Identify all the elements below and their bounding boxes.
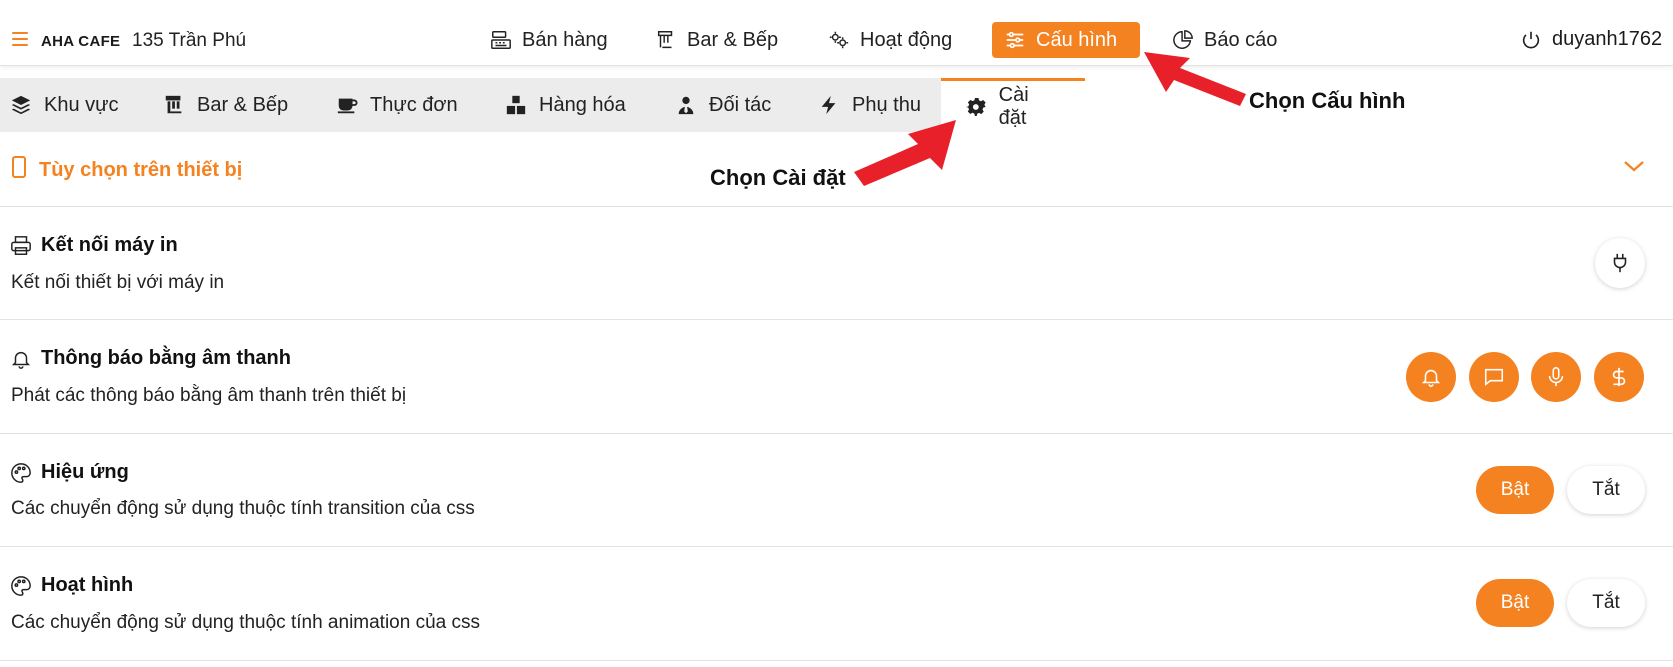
sound-notification-row: Thông báo bằng âm thanh Phát các thông b… bbox=[0, 320, 1673, 434]
arrow-to-cau-hinh bbox=[1144, 52, 1246, 106]
row-description: Các chuyển động sử dụng thuộc tính trans… bbox=[11, 498, 475, 519]
bell-icon bbox=[1421, 369, 1441, 387]
printer-icon bbox=[11, 236, 31, 255]
user-menu[interactable]: duyanh1762 bbox=[1520, 28, 1662, 51]
gear-icon bbox=[965, 97, 986, 116]
bell-sound-button[interactable] bbox=[1406, 352, 1456, 402]
chevron-down-icon[interactable] bbox=[1622, 158, 1646, 174]
coffee-cup-icon bbox=[337, 98, 358, 114]
arrow-to-cai-dat bbox=[854, 120, 956, 186]
plug-icon bbox=[1613, 253, 1627, 273]
layers-icon bbox=[11, 95, 31, 115]
tab-label: Đối tác bbox=[709, 93, 772, 116]
voice-sound-button[interactable] bbox=[1531, 352, 1581, 402]
animation-row: Hoạt hình Các chuyển động sử dụng thuộc … bbox=[0, 547, 1673, 661]
tab-thuc-don[interactable]: Thực đơn bbox=[336, 78, 458, 132]
menu-icon[interactable] bbox=[12, 32, 28, 46]
annotation-chon-cau-hinh: Chọn Cấu hình bbox=[1249, 88, 1406, 113]
brand-name: AHA CAFE bbox=[41, 33, 121, 50]
boxes-icon bbox=[506, 95, 526, 115]
row-title: Hiệu ứng bbox=[41, 461, 129, 483]
nav-cau-hinh[interactable]: Cấu hình bbox=[992, 22, 1140, 58]
animation-off-button[interactable]: Tắt bbox=[1567, 579, 1645, 627]
tab-label: Cài đặt bbox=[998, 83, 1029, 129]
nav-bar-bep[interactable]: Bar & Bếp bbox=[643, 22, 790, 58]
tab-hang-hoa[interactable]: Hàng hóa bbox=[505, 78, 626, 132]
bell-icon bbox=[11, 351, 31, 369]
tab-khu-vuc[interactable]: Khu vực bbox=[10, 78, 119, 132]
payment-sound-button[interactable] bbox=[1594, 352, 1644, 402]
row-description: Kết nối thiết bị với máy in bbox=[11, 272, 225, 293]
row-title: Thông báo bằng âm thanh bbox=[41, 347, 291, 369]
tab-label: Phụ thu bbox=[852, 93, 921, 116]
nav-label: Cấu hình bbox=[1036, 28, 1118, 51]
transition-off-button[interactable]: Tắt bbox=[1567, 466, 1645, 514]
palette-icon bbox=[11, 463, 31, 483]
bolt-icon bbox=[821, 95, 836, 115]
phone-icon bbox=[12, 156, 26, 178]
row-description: Các chuyển động sử dụng thuộc tính anima… bbox=[11, 612, 481, 633]
row-title: Hoạt hình bbox=[41, 574, 134, 596]
kitchen-icon bbox=[165, 95, 182, 114]
nav-hoat-dong[interactable]: Hoạt động bbox=[816, 22, 964, 58]
row-title: Kết nối máy in bbox=[41, 234, 178, 256]
sliders-icon bbox=[1006, 31, 1024, 49]
tab-label: Bar & Bếp bbox=[197, 93, 289, 116]
user-tie-icon bbox=[678, 96, 694, 115]
dollar-icon bbox=[1612, 367, 1626, 387]
tab-label: Hàng hóa bbox=[539, 93, 626, 116]
tab-bar-bep[interactable]: Bar & Bếp bbox=[163, 78, 288, 132]
row-description: Phát các thông báo bằng âm thanh trên th… bbox=[11, 385, 407, 406]
palette-icon bbox=[11, 576, 31, 596]
top-bar: AHA CAFE 135 Trần Phú Bán hàng Bar & Bếp… bbox=[0, 0, 1673, 66]
annotation-chon-cai-dat: Chọn Cài đặt bbox=[710, 165, 846, 190]
message-sound-button[interactable] bbox=[1469, 352, 1519, 402]
nav-label: Bar & Bếp bbox=[687, 28, 779, 51]
printer-connection-row: Kết nối máy in Kết nối thiết bị với máy … bbox=[0, 207, 1673, 320]
tab-label: Khu vực bbox=[44, 93, 119, 116]
device-options-title: Tùy chọn trên thiết bị bbox=[39, 159, 243, 181]
power-icon bbox=[1522, 31, 1540, 48]
tab-label: Thực đơn bbox=[370, 93, 458, 116]
microphone-icon bbox=[1548, 367, 1564, 387]
nav-ban-hang[interactable]: Bán hàng bbox=[478, 22, 620, 58]
transition-on-button[interactable]: Bật bbox=[1476, 466, 1554, 514]
message-icon bbox=[1484, 368, 1504, 386]
cash-register-icon bbox=[491, 31, 511, 49]
tab-cai-dat[interactable]: Cài đặt bbox=[941, 78, 1085, 132]
gears-icon bbox=[829, 31, 849, 49]
kitchen-icon bbox=[657, 31, 673, 49]
store-name: 135 Trần Phú bbox=[132, 30, 247, 51]
tab-doi-tac[interactable]: Đối tác bbox=[675, 78, 771, 132]
connect-printer-button[interactable] bbox=[1595, 238, 1645, 288]
nav-label: Bán hàng bbox=[522, 28, 608, 51]
transition-effect-row: Hiệu ứng Các chuyển động sử dụng thuộc t… bbox=[0, 434, 1673, 547]
animation-on-button[interactable]: Bật bbox=[1476, 579, 1554, 627]
nav-label: Hoạt động bbox=[860, 28, 953, 51]
username: duyanh1762 bbox=[1552, 28, 1663, 50]
